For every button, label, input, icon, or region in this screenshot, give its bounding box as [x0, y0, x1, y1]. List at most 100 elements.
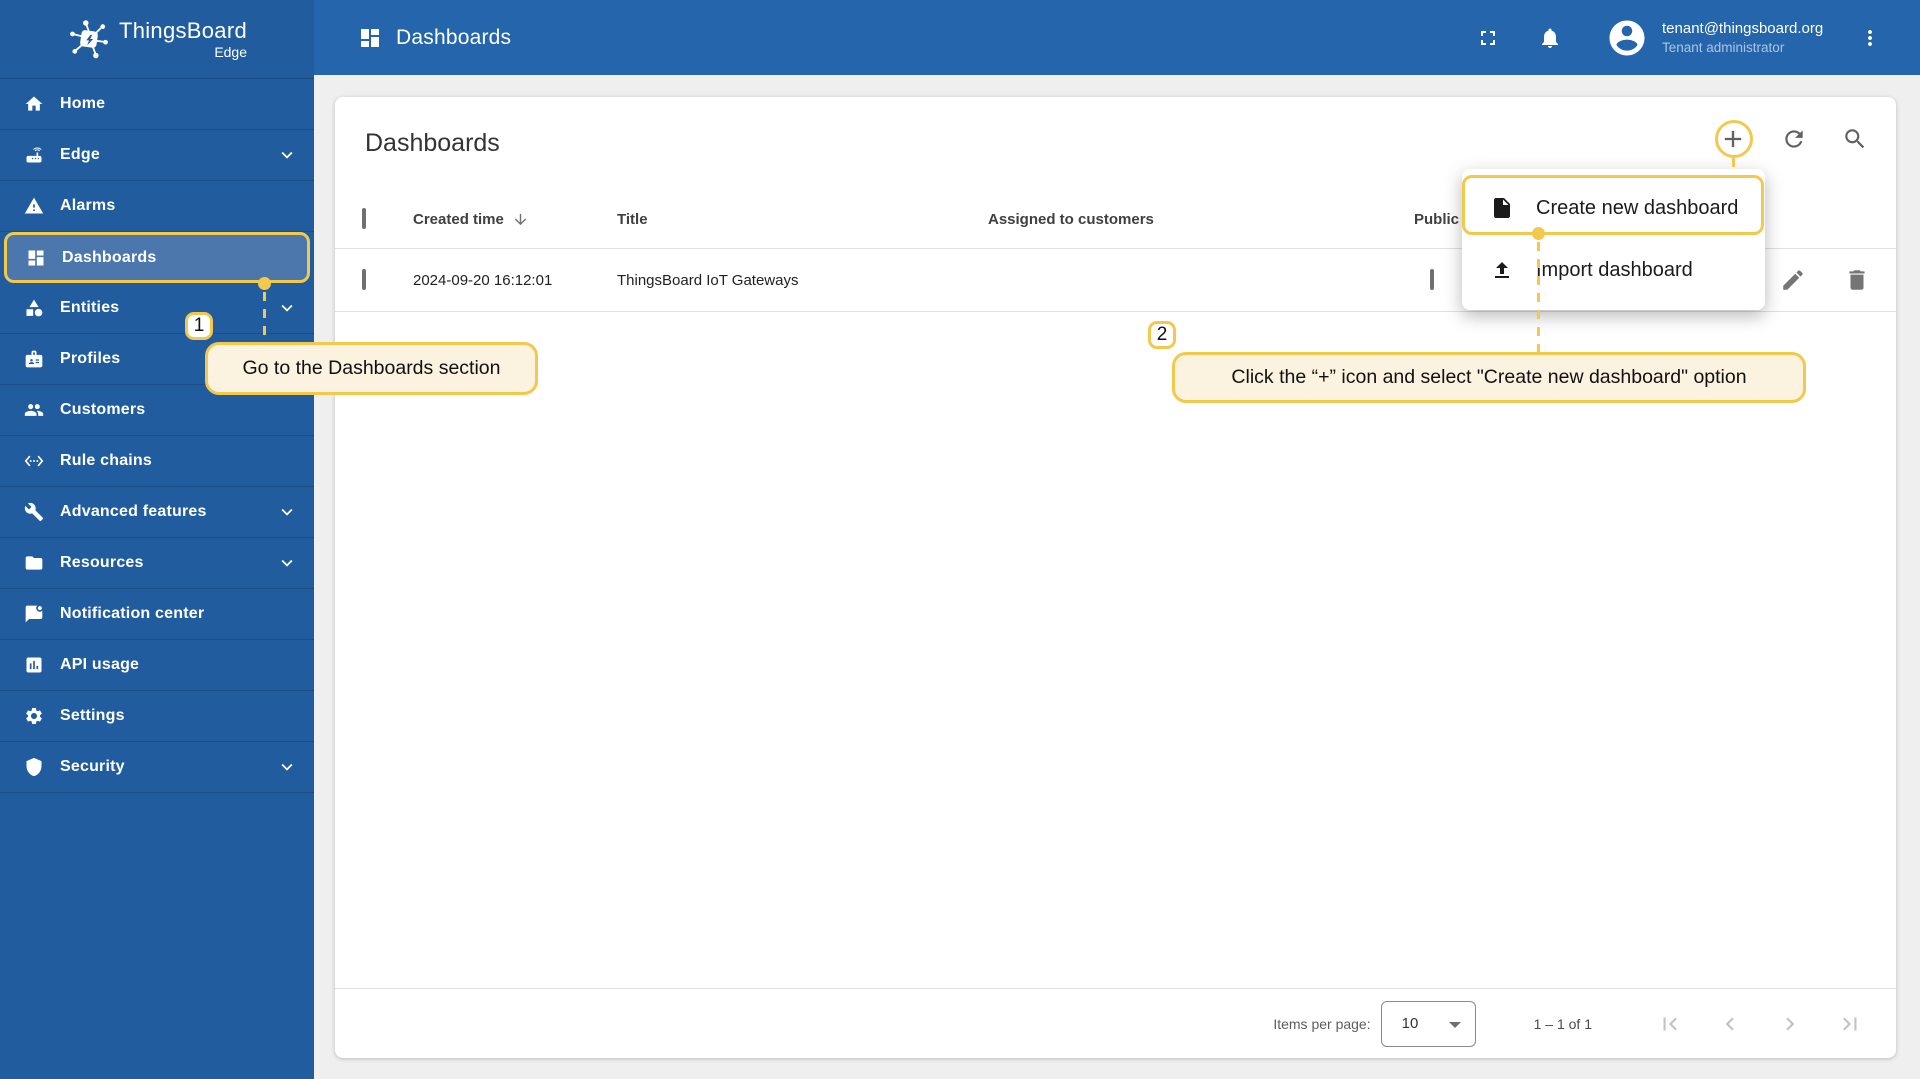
- notifications-bell-icon: [1542, 28, 1558, 48]
- sidebar-item-notification-center[interactable]: Notification center: [0, 589, 314, 640]
- chevron-down-icon: [281, 763, 293, 771]
- sidebar-item-label: Notification center: [60, 605, 205, 622]
- page-range-label: 1 – 1 of 1: [1533, 1015, 1592, 1032]
- row-checkbox[interactable]: [362, 269, 366, 290]
- step2-dashed-line-top: [1732, 158, 1735, 170]
- home-icon: [25, 96, 43, 111]
- edit-pencil-icon: [1783, 270, 1803, 290]
- fullscreen-button[interactable]: [1468, 18, 1508, 58]
- cell-title: ThingsBoard IoT Gateways: [617, 271, 799, 289]
- chevron-down-icon: [281, 559, 293, 567]
- people-icon: [24, 404, 44, 416]
- next-page-icon: [1786, 1017, 1795, 1030]
- sidebar-item-label: Resources: [60, 554, 144, 571]
- sidebar-item-label: Security: [60, 758, 125, 775]
- items-per-page-value: 10: [1401, 1015, 1419, 1032]
- page-title-group: Dashboards: [314, 26, 511, 50]
- dashboards-grid-icon: [28, 250, 44, 265]
- step2-dashed-line: [1537, 242, 1540, 352]
- first-page-button[interactable]: [1650, 1004, 1690, 1044]
- more-menu-button[interactable]: [1858, 18, 1882, 58]
- user-role: Tenant administrator: [1662, 40, 1785, 55]
- sidebar-item-advanced-features[interactable]: Advanced features: [0, 487, 314, 538]
- shield-icon: [26, 757, 42, 777]
- sidebar: ThingsBoard Edge Home Edge Alarms Dashbo…: [0, 0, 314, 1079]
- public-checkbox[interactable]: [1430, 269, 1434, 290]
- step2-connector-dot: [1532, 227, 1545, 240]
- sidebar-item-label: Rule chains: [60, 452, 153, 469]
- items-per-page-select[interactable]: 10: [1380, 1000, 1476, 1047]
- dropdown-caret-icon: [1448, 1021, 1461, 1028]
- sidebar-item-api-usage[interactable]: API usage: [0, 640, 314, 691]
- delete-dashboard-button[interactable]: [1837, 260, 1877, 300]
- user-menu[interactable]: tenant@thingsboard.org Tenant administra…: [1606, 17, 1838, 59]
- badge-icon: [25, 350, 43, 368]
- fullscreen-icon: [1481, 30, 1495, 45]
- warning-triangle-icon: [24, 197, 44, 214]
- top-bar: Dashboards tenant@thingsboard.org Tenant…: [314, 0, 1920, 75]
- sidebar-item-resources[interactable]: Resources: [0, 538, 314, 589]
- step1-callout: Go to the Dashboards section: [205, 342, 538, 395]
- sidebar-item-label: Dashboards: [62, 248, 157, 266]
- category-shapes-icon: [26, 299, 43, 317]
- step1-badge: 1: [185, 312, 213, 340]
- search-button[interactable]: [1835, 119, 1875, 159]
- refresh-button[interactable]: [1774, 119, 1814, 159]
- page-title: Dashboards: [396, 25, 512, 49]
- thingsboard-logo-icon: [67, 17, 111, 61]
- thingsboard-logo[interactable]: ThingsBoard Edge: [0, 0, 314, 79]
- sidebar-item-alarms[interactable]: Alarms: [0, 181, 314, 232]
- cell-created-time: 2024-09-20 16:12:01: [413, 271, 553, 289]
- step1-connector-dot: [258, 277, 271, 290]
- brand-edition: Edge: [214, 43, 248, 60]
- sidebar-item-edge[interactable]: Edge: [0, 130, 314, 181]
- menu-item-label: Import dashboard: [1536, 258, 1693, 281]
- sidebar-item-entities[interactable]: Entities: [0, 283, 314, 334]
- next-page-button[interactable]: [1770, 1004, 1810, 1044]
- refresh-icon: [1785, 130, 1803, 148]
- sidebar-item-label: Entities: [60, 299, 120, 316]
- column-header-title[interactable]: Title: [617, 211, 988, 228]
- prev-page-icon: [1725, 1017, 1734, 1030]
- sidebar-item-security[interactable]: Security: [0, 742, 314, 793]
- notifications-button[interactable]: [1530, 18, 1570, 58]
- sidebar-item-home[interactable]: Home: [0, 79, 314, 130]
- sidebar-item-settings[interactable]: Settings: [0, 691, 314, 742]
- account-circle-icon: [1609, 20, 1645, 55]
- notification-bubble-icon: [25, 604, 44, 623]
- topbar-actions: tenant@thingsboard.org Tenant administra…: [1468, 17, 1920, 59]
- ethernet-code-icon: [24, 455, 44, 467]
- sidebar-item-label: Customers: [60, 401, 146, 418]
- folder-icon: [25, 556, 43, 570]
- brand-name: ThingsBoard: [118, 17, 248, 43]
- upload-icon: [1495, 262, 1509, 278]
- search-icon: [1845, 129, 1865, 149]
- step1-dashed-line: [263, 292, 266, 342]
- sidebar-item-label: API usage: [60, 656, 140, 673]
- sort-arrow-down-icon: [514, 213, 527, 225]
- step2-plus-highlight-ring: [1715, 120, 1753, 158]
- delete-trash-icon: [1849, 270, 1865, 290]
- prev-page-button[interactable]: [1710, 1004, 1750, 1044]
- chevron-down-icon: [281, 304, 293, 312]
- menu-item-import-dashboard[interactable]: Import dashboard: [1462, 239, 1765, 301]
- select-all-checkbox[interactable]: [362, 208, 366, 229]
- sidebar-item-label: Settings: [60, 707, 125, 724]
- sidebar-nav: Home Edge Alarms Dashboards Entities Pro…: [0, 79, 314, 793]
- sidebar-item-dashboards[interactable]: Dashboards: [4, 232, 310, 283]
- column-header-assigned[interactable]: Assigned to customers: [988, 211, 1414, 228]
- card-title: Dashboards: [365, 129, 500, 157]
- sidebar-item-rule-chains[interactable]: Rule chains: [0, 436, 314, 487]
- first-page-icon: [1663, 1017, 1677, 1030]
- chart-box-icon: [26, 657, 42, 673]
- last-page-button[interactable]: [1830, 1004, 1870, 1044]
- user-email: tenant@thingsboard.org: [1662, 20, 1824, 37]
- chevron-down-icon: [281, 151, 293, 159]
- edit-dashboard-button[interactable]: [1773, 260, 1813, 300]
- column-header-created-time[interactable]: Created time: [413, 211, 617, 228]
- router-icon: [26, 147, 42, 163]
- items-per-page-label: Items per page:: [1273, 1015, 1371, 1032]
- sidebar-item-label: Edge: [60, 146, 100, 163]
- last-page-icon: [1843, 1017, 1857, 1030]
- step2-callout: Click the “+” icon and select "Create ne…: [1172, 352, 1806, 403]
